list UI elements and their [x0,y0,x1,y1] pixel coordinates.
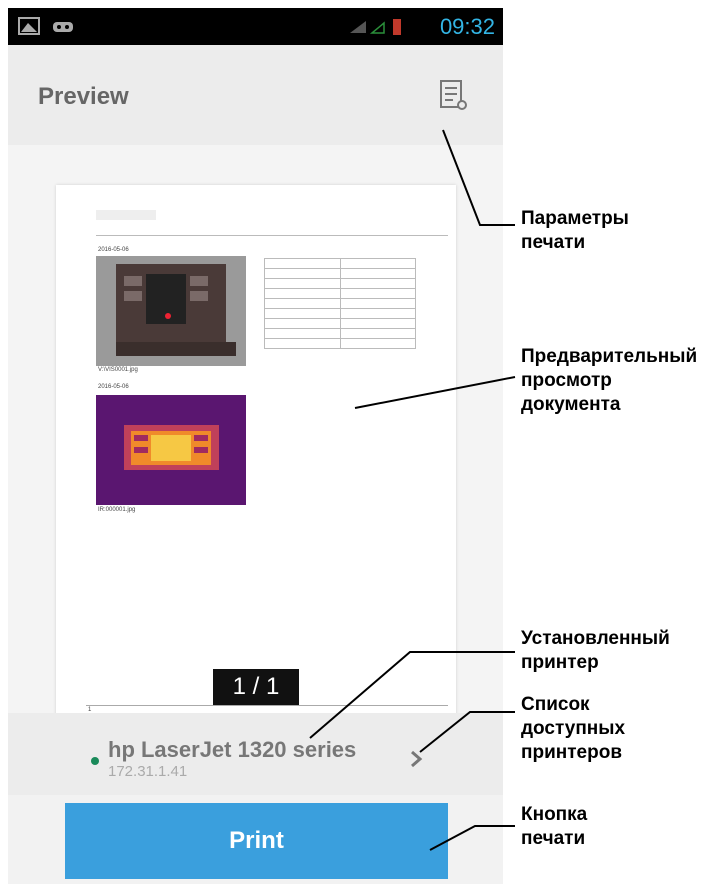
screenshot-notification-icon [18,17,40,35]
annotation-document-preview: Предварительный просмотр документа [521,346,698,415]
printer-name: hp LaserJet 1320 series [108,737,357,762]
print-settings-icon[interactable] [433,75,473,115]
page-title: Preview [38,83,129,110]
annotation-print-button: Кнопка печати [521,804,588,849]
phone-screen: 09:32 Preview 2016-05-06 V:\VIS0001.jpg … [8,8,503,884]
measurements-table [264,258,416,349]
status-bar: 09:32 [8,8,503,45]
preview-page: 2016-05-06 V:\VIS0001.jpg 2016-05-06 IR:… [56,185,456,725]
printer-ip: 172.31.1.41 [108,763,188,780]
print-button[interactable]: Print [65,803,448,879]
photo2-caption: IR:000001.jpg [98,507,136,513]
annotation-installed-printer: Установленный принтер [521,628,670,673]
document-preview[interactable]: 2016-05-06 V:\VIS0001.jpg 2016-05-06 IR:… [8,145,503,725]
printer-status-dot [91,757,99,765]
signal-battery-icon [350,19,401,35]
thermal-image [96,395,246,505]
photo1-date: 2016-05-06 [98,247,129,253]
doc-divider [96,235,448,236]
app-bar: Preview [8,45,503,145]
annotation-printer-list: Список доступных принтеров [521,694,626,763]
game-notification-icon [53,22,73,32]
chevron-right-icon[interactable] [408,749,424,769]
doc-header [96,210,156,220]
photo2-date: 2016-05-06 [98,384,129,390]
annotation-print-settings: Параметры печати [521,208,629,253]
clock: 09:32 [439,14,495,39]
visible-photo [96,256,246,366]
doc-footer-line [86,705,448,706]
page-counter: 1 / 1 [213,669,299,705]
photo1-caption: V:\VIS0001.jpg [98,367,138,373]
printer-selector[interactable]: hp LaserJet 1320 series 172.31.1.41 [8,713,503,795]
